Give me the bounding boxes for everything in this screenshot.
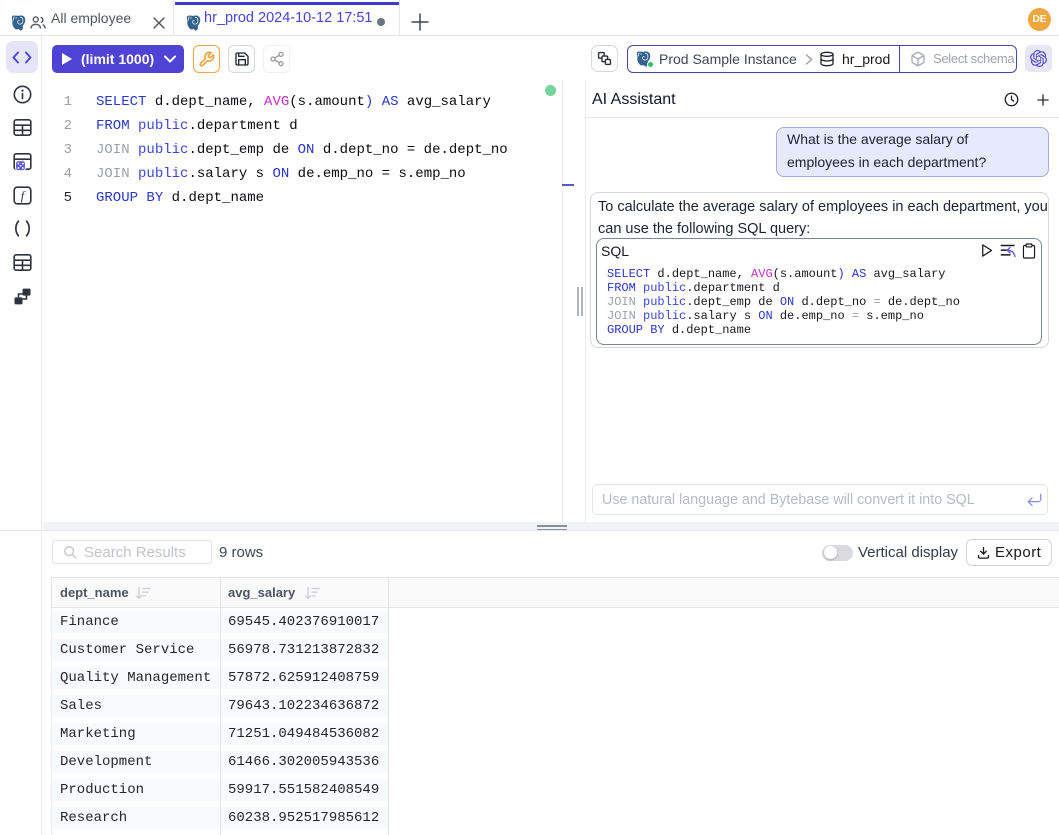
svg-text:f: f [21,189,26,203]
